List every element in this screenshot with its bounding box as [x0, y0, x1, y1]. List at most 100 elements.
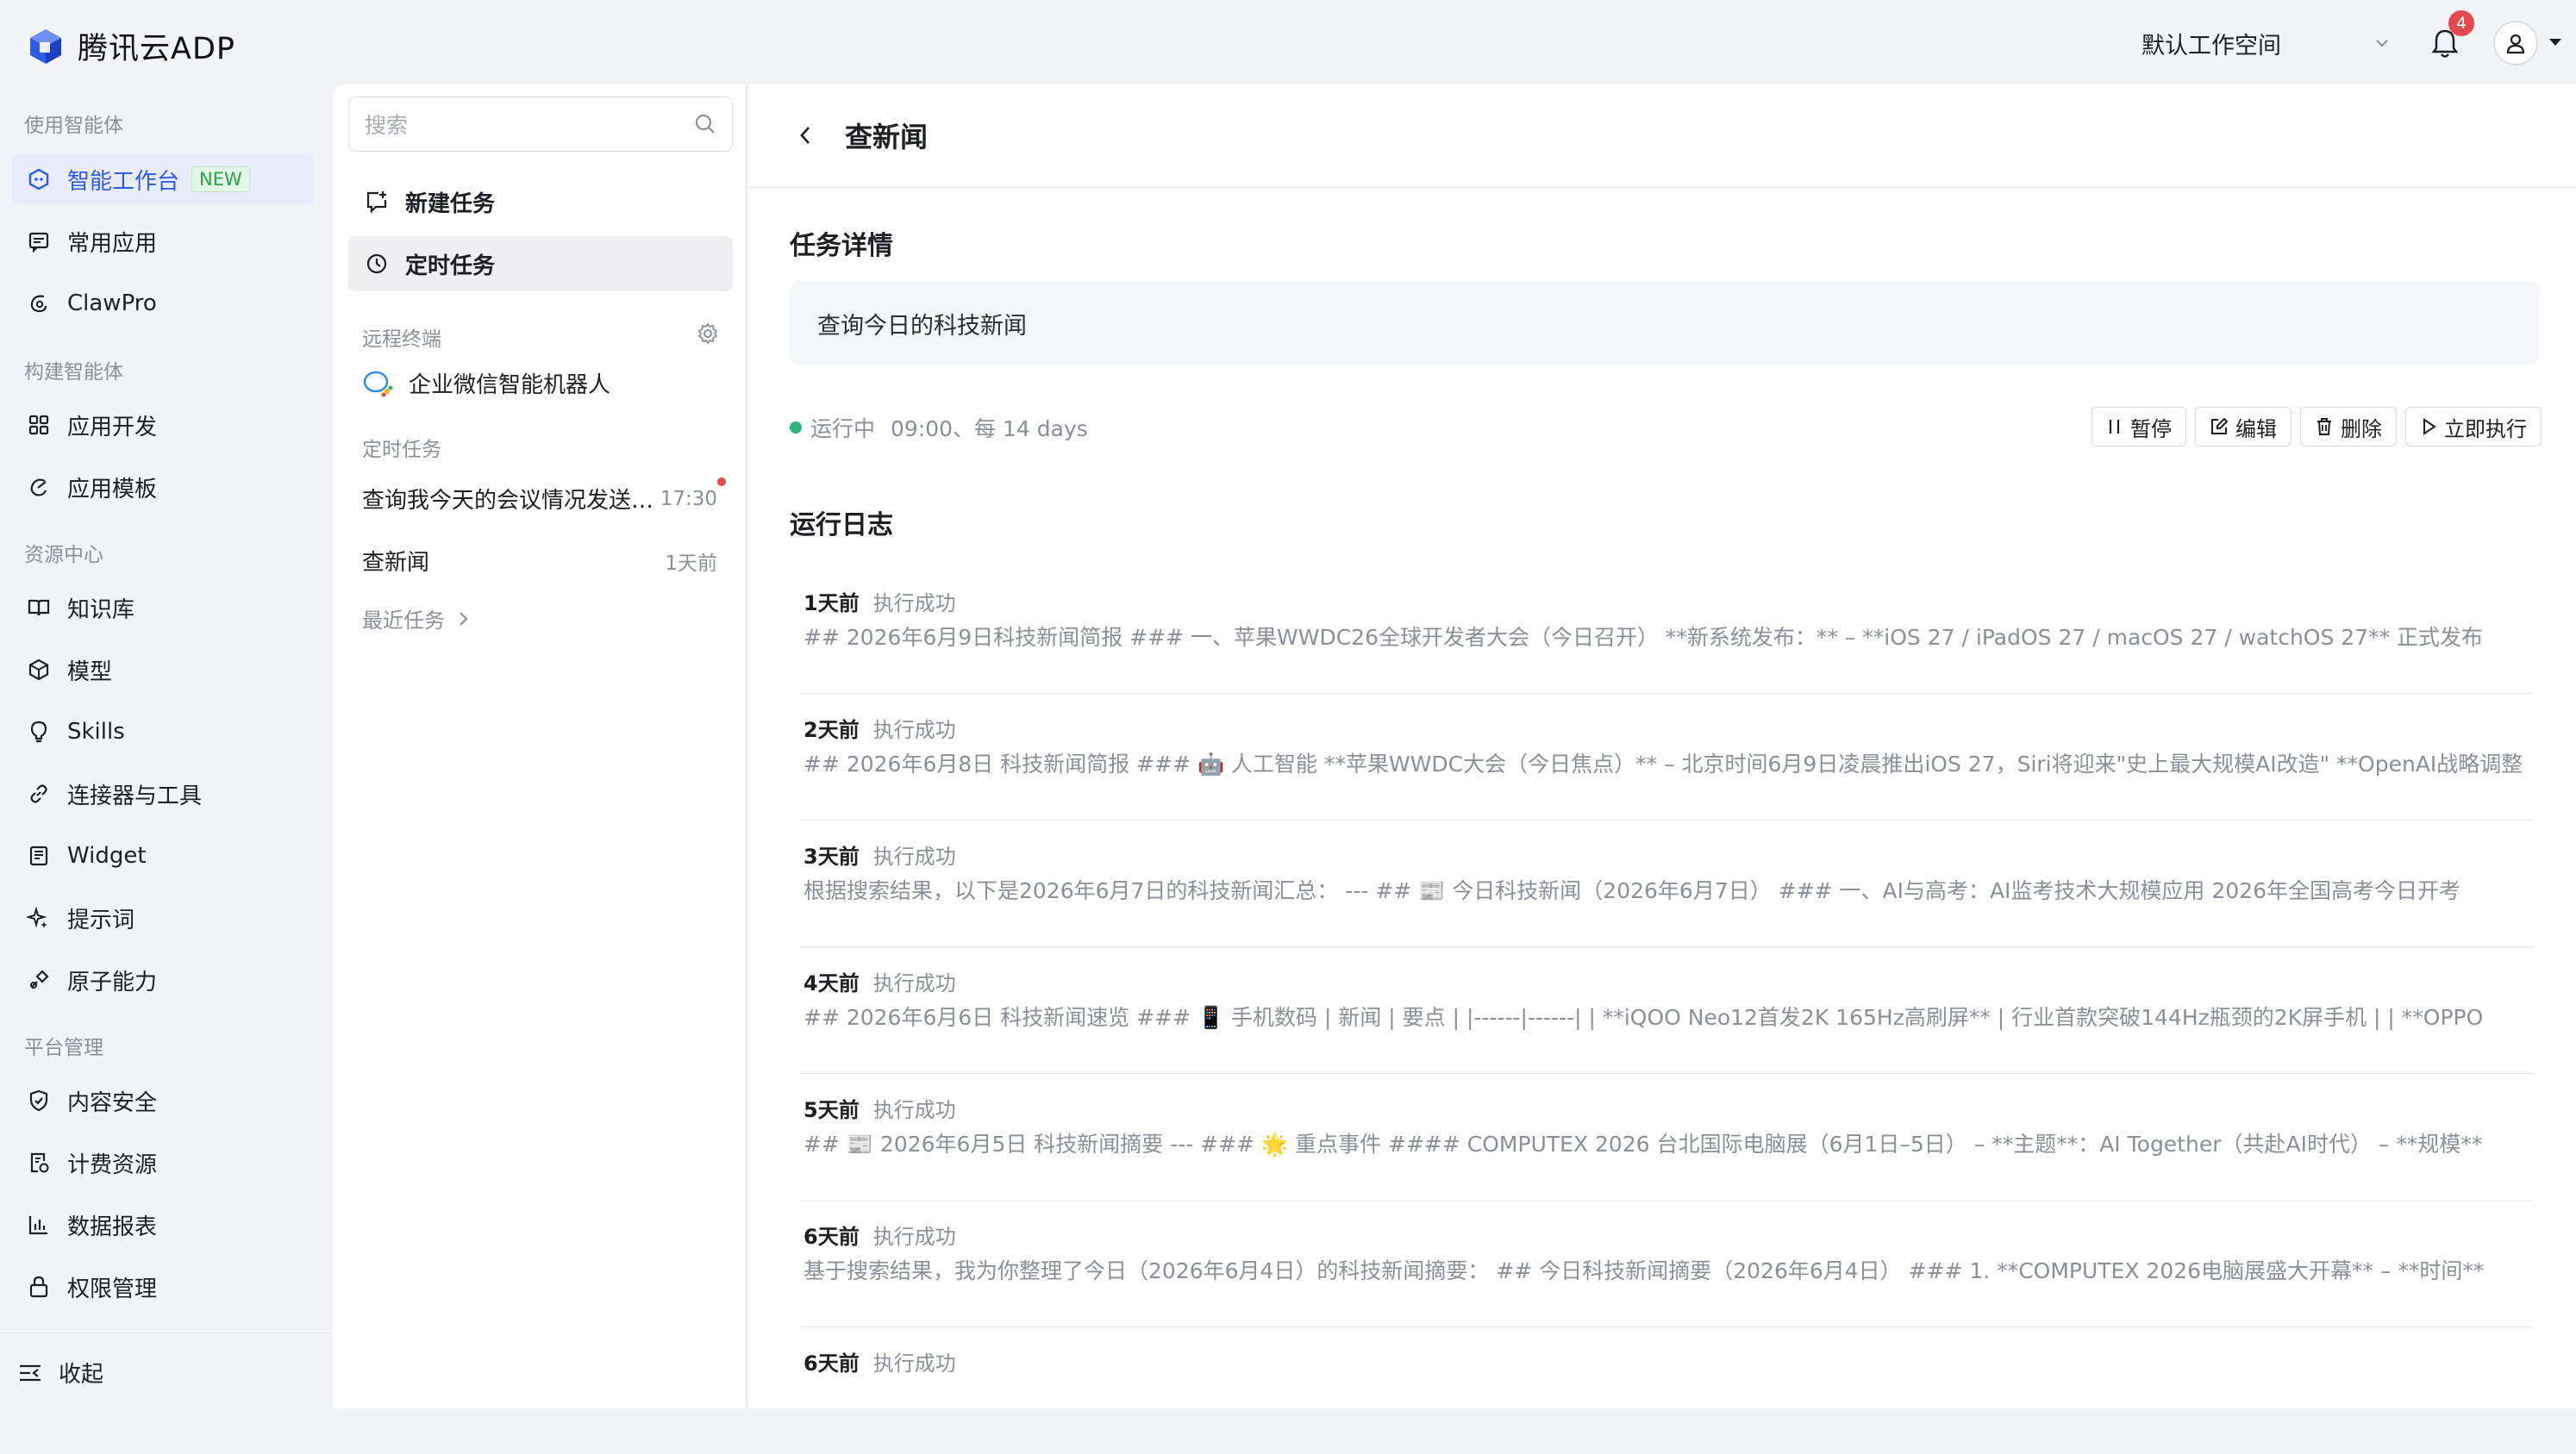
sidebar-item-skills[interactable]: Skills	[12, 706, 314, 758]
sidebar-item-label: Widget	[67, 843, 147, 869]
sidebar-item-app-template[interactable]: 应用模板	[12, 461, 314, 513]
sidebar-item-label: 知识库	[67, 596, 135, 623]
log-result: 执行成功	[872, 1098, 956, 1122]
task-panel: 搜索 新建任务 定时任务 远程终端 企业微信智能机器人 定时任务 查询我今天的会…	[333, 84, 747, 1408]
sidebar-item-label: 提示词	[67, 907, 135, 933]
log-entry[interactable]: 1天前 执行成功 ## 2026年6月9日科技新闻简报 ### 一、苹果WWDC2…	[800, 567, 2533, 694]
sidebar-item-connectors[interactable]: 连接器与工具	[12, 768, 314, 820]
app-logo[interactable]: 腾讯云ADP	[26, 24, 235, 68]
task-item[interactable]: 查询我今天的会议情况发送给我 17:30	[362, 483, 717, 515]
sidebar-item-billing[interactable]: 计费资源	[12, 1137, 314, 1189]
remote-section-label: 远程终端	[362, 328, 441, 351]
task-time: 1天前	[665, 552, 717, 575]
edit-icon	[2211, 417, 2229, 434]
collapse-button[interactable]: 收起	[17, 1357, 103, 1388]
collapse-icon	[20, 1364, 41, 1381]
log-result: 执行成功	[872, 591, 956, 615]
book-icon	[26, 595, 52, 621]
recent-tasks-link[interactable]: 最近任务	[362, 603, 471, 633]
sidebar-section-build: 构建智能体	[24, 361, 123, 384]
logo-icon	[30, 28, 61, 64]
sidebar-item-content-safety[interactable]: 内容安全	[12, 1075, 314, 1126]
bot-icon	[26, 166, 52, 192]
log-result: 执行成功	[872, 1351, 956, 1376]
task-status: 运行中 09:00、每 14 days	[790, 412, 1088, 443]
sidebar-item-widget[interactable]: Widget	[12, 830, 314, 882]
caret-down-icon[interactable]	[2547, 36, 2564, 48]
bulb-icon	[26, 719, 52, 745]
sidebar-section-resources: 资源中心	[24, 544, 103, 566]
sidebar-item-reports[interactable]: 数据报表	[12, 1199, 314, 1251]
log-time: 1天前	[803, 591, 860, 615]
log-time: 5天前	[803, 1098, 860, 1122]
sidebar-item-app-dev[interactable]: 应用开发	[12, 399, 314, 451]
log-body: 根据搜索结果，以下是2026年6月7日的科技新闻汇总： --- ## 📰 今日科…	[803, 878, 2461, 903]
log-entry[interactable]: 6天前 执行成功 基于搜索结果，我为你整理了今日（2026年6月4日）的科技新闻摘…	[800, 1201, 2533, 1327]
sidebar-item-prompts[interactable]: 提示词	[12, 892, 314, 944]
sidebar-section-platform: 平台管理	[24, 1037, 103, 1059]
sidebar-item-label: 计费资源	[67, 1151, 158, 1178]
log-time: 3天前	[803, 845, 860, 869]
log-entry[interactable]: 6天前 执行成功	[800, 1327, 2533, 1454]
log-time: 6天前	[803, 1225, 860, 1249]
detail-header: 查新闻	[748, 84, 2576, 188]
run-now-button[interactable]: 立即执行	[2405, 407, 2542, 446]
billing-icon	[26, 1150, 52, 1176]
sidebar-item-common-apps[interactable]: 常用应用	[12, 215, 314, 267]
wecom-bot-item[interactable]: 企业微信智能机器人	[362, 367, 610, 399]
edit-label: 编辑	[2235, 416, 2277, 441]
sidebar-item-label: 模型	[67, 658, 113, 685]
log-entry[interactable]: 2天前 执行成功 ## 2026年6月8日 科技新闻简报 ### 🤖 人工智能 *…	[800, 694, 2533, 821]
delete-label: 删除	[2341, 416, 2382, 441]
new-task-label: 新建任务	[405, 190, 496, 217]
detail-heading: 任务详情	[790, 231, 893, 261]
log-heading: 运行日志	[790, 510, 893, 540]
sidebar-item-knowledge[interactable]: 知识库	[12, 582, 314, 633]
workspace-select[interactable]: 默认工作空间	[2141, 26, 2392, 60]
chevron-down-icon	[2376, 40, 2388, 47]
sidebar-item-label: 权限管理	[67, 1276, 158, 1302]
cube-icon	[26, 657, 52, 683]
trash-icon	[2317, 418, 2331, 435]
status-dot	[790, 421, 802, 434]
shield-icon	[26, 1088, 52, 1114]
template-icon	[26, 474, 52, 500]
sidebar-section-use: 使用智能体	[24, 115, 123, 137]
sidebar-item-permissions[interactable]: 权限管理	[12, 1261, 314, 1313]
task-actions: 暂停 编辑 删除 立即执行	[2091, 407, 2542, 446]
edit-button[interactable]: 编辑	[2195, 407, 2292, 446]
task-title: 查新闻	[362, 550, 430, 576]
sidebar: 使用智能体 智能工作台 NEW 常用应用 ClawPro 构建智能体 应用开发 …	[0, 84, 333, 1408]
run-now-label: 立即执行	[2444, 416, 2527, 441]
unread-dot	[717, 477, 726, 486]
log-time: 2天前	[803, 718, 860, 742]
play-icon	[2423, 418, 2436, 435]
pause-icon	[2109, 420, 2120, 434]
pause-button[interactable]: 暂停	[2091, 407, 2186, 446]
new-task-icon	[364, 189, 390, 215]
claw-icon	[26, 290, 52, 316]
log-entry[interactable]: 4天前 执行成功 ## 2026年6月6日 科技新闻速览 ### 📱 手机数码 |…	[800, 947, 2533, 1074]
delete-button[interactable]: 删除	[2300, 407, 2397, 446]
task-item[interactable]: 查新闻 1天前	[362, 545, 717, 577]
log-result: 执行成功	[872, 845, 956, 869]
user-icon	[2506, 34, 2525, 54]
status-text: 运行中	[810, 416, 876, 441]
sidebar-item-workbench[interactable]: 智能工作台 NEW	[12, 153, 314, 205]
log-entry[interactable]: 3天前 执行成功 根据搜索结果，以下是2026年6月7日的科技新闻汇总： --- …	[800, 821, 2533, 947]
back-arrow-icon[interactable]	[795, 122, 816, 148]
gear-icon[interactable]	[697, 322, 719, 345]
sidebar-item-atomic[interactable]: 原子能力	[12, 954, 314, 1006]
avatar[interactable]	[2493, 21, 2538, 66]
log-entry[interactable]: 5天前 执行成功 ## 📰 2026年6月5日 科技新闻摘要 --- ### 🌟 …	[800, 1074, 2533, 1201]
log-time: 6天前	[803, 1351, 860, 1376]
task-detail-view: 查新闻 任务详情 查询今日的科技新闻 运行中 09:00、每 14 days 暂…	[748, 84, 2576, 1408]
sidebar-item-model[interactable]: 模型	[12, 644, 314, 696]
sparkle-icon	[26, 905, 52, 931]
notification-badge: 4	[2448, 10, 2474, 36]
new-task-button[interactable]: 新建任务	[348, 174, 733, 229]
sidebar-item-clawpro[interactable]: ClawPro	[12, 278, 314, 329]
scheduled-task-tab[interactable]: 定时任务	[348, 236, 733, 291]
log-body: ## 2026年6月6日 科技新闻速览 ### 📱 手机数码 | 新闻 | 要点…	[803, 1005, 2484, 1030]
search-input[interactable]: 搜索	[348, 97, 733, 152]
